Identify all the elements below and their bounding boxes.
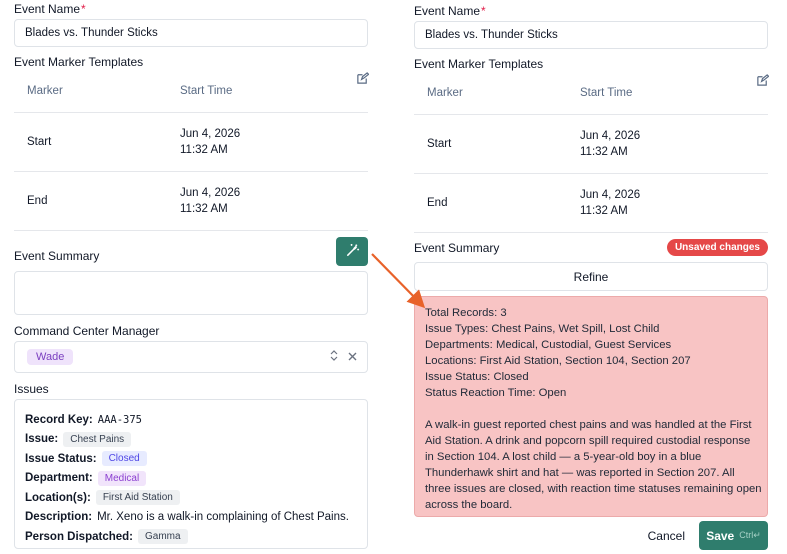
templates-header: Event Marker Templates	[14, 55, 144, 69]
table-row[interactable]: Start Jun 4, 2026 11:32 AM	[14, 113, 368, 172]
summary-line: Departments: Medical, Custodial, Guest S…	[425, 339, 672, 351]
summary-textarea[interactable]	[14, 271, 368, 315]
table-row[interactable]: End Jun 4, 2026 11:32 AM	[414, 174, 768, 233]
shortcut-hint: Ctrl↵	[739, 530, 761, 540]
summary-paragraph-line: three issues are closed, with reaction t…	[425, 483, 762, 495]
issue-status: Issue Status: Closed	[25, 449, 357, 469]
summary-paragraph-line: across the board.	[425, 499, 513, 511]
issue-description: Description: Mr. Xeno is a walk-in compla…	[25, 511, 349, 524]
ai-summary-textarea[interactable]: Total Records: 3 Issue Types: Chest Pain…	[414, 296, 768, 517]
table-row[interactable]: Start Jun 4, 2026 11:32 AM	[414, 115, 768, 174]
issue-type: Issue: Chest Pains	[25, 430, 357, 450]
summary-paragraph-line: A walk-in guest reported chest pains and…	[425, 419, 752, 431]
issues-list: Record Key: AAA-375 Issue: Chest Pains Iss…	[14, 399, 368, 549]
table-header: Marker Start Time	[414, 71, 768, 115]
table-row[interactable]: End Jun 4, 2026 11:32 AM	[14, 172, 368, 231]
summary-line: Locations: First Aid Station, Section 10…	[425, 355, 691, 367]
event-name-input[interactable]: Blades vs. Thunder Sticks	[414, 21, 768, 49]
issues-label: Issues	[14, 382, 49, 396]
unsaved-badge: Unsaved changes	[666, 239, 768, 256]
manager-chip: Wade	[27, 349, 74, 365]
chevron-updown-icon[interactable]	[330, 350, 338, 364]
summary-line: Total Records: 3	[425, 307, 507, 319]
summary-paragraph-line: Thunderhawk shirt and hat — was reported…	[425, 467, 735, 479]
magic-wand-icon	[345, 243, 360, 261]
event-name-label: Event Name*	[14, 2, 86, 16]
summary-line: Issue Types: Chest Pains, Wet Spill, Los…	[425, 323, 660, 335]
marker-table: Marker Start Time Start Jun 4, 2026 11:32…	[414, 71, 768, 233]
event-name-input[interactable]: Blades vs. Thunder Sticks	[14, 19, 368, 47]
issue-record-key: Record Key: AAA-375	[25, 413, 143, 426]
summary-header: Event Summary	[14, 237, 368, 266]
marker-table: Marker Start Time Start Jun 4, 2026 11:32…	[14, 69, 368, 231]
issue-dispatched: Person Dispatched: Gamma	[25, 527, 357, 547]
summary-line: Status Reaction Time: Open	[425, 387, 567, 399]
issue-department: Department: Medical	[25, 469, 357, 489]
summary-paragraph-line: Aid Station. A drink and popcorn spill r…	[425, 435, 751, 447]
summary-header: Event Summary Unsaved changes	[414, 239, 768, 256]
generate-summary-button[interactable]	[336, 237, 368, 266]
table-header: Marker Start Time	[14, 69, 368, 113]
form-footer: Cancel Save Ctrl↵	[414, 521, 768, 550]
close-icon[interactable]	[348, 350, 357, 364]
summary-paragraph-line: in Section 104. A lost child — a 5-year-…	[425, 451, 702, 463]
event-name-label: Event Name*	[414, 4, 486, 18]
cancel-button[interactable]: Cancel	[648, 529, 685, 543]
issue-location: Location(s): First Aid Station	[25, 488, 357, 508]
manager-label: Command Center Manager	[14, 324, 160, 338]
refine-button[interactable]: Refine	[414, 262, 768, 291]
save-button[interactable]: Save Ctrl↵	[699, 521, 768, 550]
manager-select[interactable]: Wade	[14, 341, 368, 373]
templates-header: Event Marker Templates	[414, 57, 544, 71]
summary-line: Issue Status: Closed	[425, 371, 529, 383]
